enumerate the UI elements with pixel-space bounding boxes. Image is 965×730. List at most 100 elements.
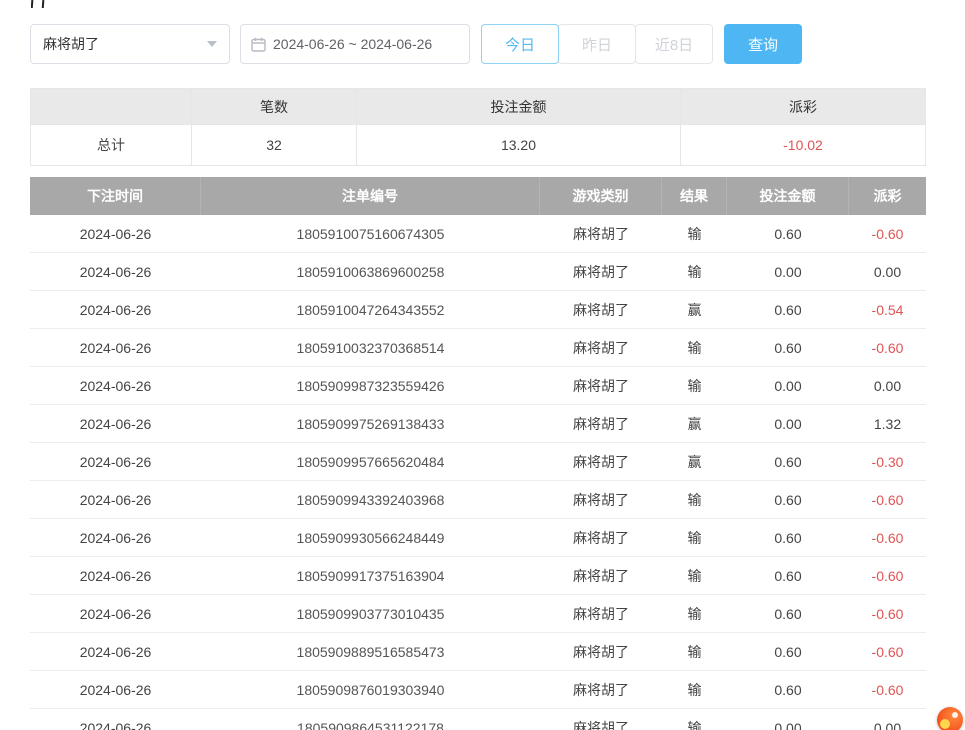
cell-game-type: 麻将胡了 — [540, 709, 662, 730]
cell-bet-amount: 0.00 — [727, 709, 849, 730]
summary-header-bet-amount: 投注金额 — [357, 89, 681, 125]
table-row: 2024-06-261805909975269138433麻将胡了赢0.001.… — [30, 405, 926, 443]
cell-payout: -0.60 — [849, 633, 926, 670]
cell-bet-amount: 0.00 — [727, 253, 849, 290]
table-row: 2024-06-261805910075160674305麻将胡了输0.60-0… — [30, 215, 926, 253]
cell-game-type: 麻将胡了 — [540, 329, 662, 366]
cell-bet-time: 2024-06-26 — [30, 253, 201, 290]
summary-count-value: 32 — [192, 125, 357, 165]
cell-bet-time: 2024-06-26 — [30, 443, 201, 480]
cell-bet-amount: 0.60 — [727, 633, 849, 670]
cell-bet-time: 2024-06-26 — [30, 405, 201, 442]
summary-total-row: 总计 32 13.20 -10.02 — [31, 125, 925, 165]
cell-game-type: 麻将胡了 — [540, 595, 662, 632]
table-row: 2024-06-261805909903773010435麻将胡了输0.60-0… — [30, 595, 926, 633]
clipped-content-fragment — [31, 0, 71, 8]
cell-game-type: 麻将胡了 — [540, 367, 662, 404]
cell-game-type: 麻将胡了 — [540, 557, 662, 594]
cell-result: 输 — [662, 367, 727, 404]
cell-bet-time: 2024-06-26 — [30, 595, 201, 632]
cell-result: 输 — [662, 671, 727, 708]
cell-payout: -0.60 — [849, 557, 926, 594]
cell-bet-amount: 0.60 — [727, 329, 849, 366]
cell-result: 输 — [662, 253, 727, 290]
cell-order-id: 1805909987323559426 — [201, 367, 540, 404]
table-row: 2024-06-261805909943392403968麻将胡了输0.60-0… — [30, 481, 926, 519]
table-row: 2024-06-261805910063869600258麻将胡了输0.000.… — [30, 253, 926, 291]
cell-result: 输 — [662, 519, 727, 556]
cell-payout: -0.60 — [849, 671, 926, 708]
header-bet-amount: 投注金额 — [727, 177, 849, 215]
cell-bet-amount: 0.60 — [727, 595, 849, 632]
cell-bet-time: 2024-06-26 — [30, 671, 201, 708]
summary-header-empty — [31, 89, 192, 125]
cell-payout: -0.30 — [849, 443, 926, 480]
cell-bet-amount: 0.60 — [727, 215, 849, 252]
header-result: 结果 — [662, 177, 727, 215]
cell-order-id: 1805909943392403968 — [201, 481, 540, 518]
cell-order-id: 1805910063869600258 — [201, 253, 540, 290]
range-button-today[interactable]: 今日 — [481, 24, 559, 64]
summary-header-payout: 派彩 — [681, 89, 925, 125]
table-row: 2024-06-261805909864531122178麻将胡了输0.000.… — [30, 709, 926, 730]
range-button-last8days[interactable]: 近8日 — [635, 24, 713, 64]
summary-payout: -10.02 — [681, 125, 925, 165]
cell-payout: -0.60 — [849, 595, 926, 632]
cell-bet-amount: 0.60 — [727, 443, 849, 480]
cell-bet-time: 2024-06-26 — [30, 633, 201, 670]
cell-result: 赢 — [662, 291, 727, 328]
cell-bet-time: 2024-06-26 — [30, 519, 201, 556]
header-payout: 派彩 — [849, 177, 926, 215]
cell-bet-amount: 0.60 — [727, 557, 849, 594]
range-button-yesterday[interactable]: 昨日 — [558, 24, 636, 64]
cell-payout: 0.00 — [849, 367, 926, 404]
header-order-id: 注单编号 — [201, 177, 540, 215]
cell-result: 输 — [662, 709, 727, 730]
cell-bet-time: 2024-06-26 — [30, 709, 201, 730]
cell-order-id: 1805909917375163904 — [201, 557, 540, 594]
date-range-input[interactable]: 2024-06-26 ~ 2024-06-26 — [240, 24, 470, 64]
cell-game-type: 麻将胡了 — [540, 291, 662, 328]
chevron-down-icon — [207, 41, 217, 47]
cell-bet-time: 2024-06-26 — [30, 291, 201, 328]
cell-order-id: 1805910047264343552 — [201, 291, 540, 328]
header-game-type: 游戏类别 — [540, 177, 662, 215]
bet-table-body: 2024-06-261805910075160674305麻将胡了输0.60-0… — [30, 215, 926, 730]
cell-result: 输 — [662, 557, 727, 594]
cell-bet-time: 2024-06-26 — [30, 215, 201, 252]
cell-bet-amount: 0.60 — [727, 481, 849, 518]
cell-result: 赢 — [662, 405, 727, 442]
cell-order-id: 1805909975269138433 — [201, 405, 540, 442]
cell-order-id: 1805909903773010435 — [201, 595, 540, 632]
cell-order-id: 1805909876019303940 — [201, 671, 540, 708]
table-row: 2024-06-261805909889516585473麻将胡了输0.60-0… — [30, 633, 926, 671]
cell-result: 输 — [662, 633, 727, 670]
table-row: 2024-06-261805909957665620484麻将胡了赢0.60-0… — [30, 443, 926, 481]
bet-table-header: 下注时间 注单编号 游戏类别 结果 投注金额 派彩 — [30, 177, 926, 215]
header-bet-time: 下注时间 — [30, 177, 201, 215]
cell-bet-time: 2024-06-26 — [30, 329, 201, 366]
cell-bet-amount: 0.00 — [727, 405, 849, 442]
customer-service-icon[interactable] — [937, 707, 963, 730]
cell-payout: -0.60 — [849, 519, 926, 556]
table-row: 2024-06-261805910047264343552麻将胡了赢0.60-0… — [30, 291, 926, 329]
cell-order-id: 1805910032370368514 — [201, 329, 540, 366]
game-select[interactable]: 麻将胡了 — [30, 24, 230, 64]
table-row: 2024-06-261805909987323559426麻将胡了输0.000.… — [30, 367, 926, 405]
summary-bet-amount-value: 13.20 — [357, 125, 681, 165]
cell-game-type: 麻将胡了 — [540, 215, 662, 252]
cell-game-type: 麻将胡了 — [540, 481, 662, 518]
cell-game-type: 麻将胡了 — [540, 443, 662, 480]
date-range-value: 2024-06-26 ~ 2024-06-26 — [273, 36, 432, 52]
cell-order-id: 1805909864531122178 — [201, 709, 540, 730]
cell-payout: -0.54 — [849, 291, 926, 328]
table-row: 2024-06-261805909917375163904麻将胡了输0.60-0… — [30, 557, 926, 595]
cell-bet-amount: 0.60 — [727, 519, 849, 556]
query-button[interactable]: 查询 — [724, 24, 802, 64]
summary-table: 笔数 投注金额 派彩 总计 32 13.20 -10.02 — [30, 88, 926, 166]
cell-payout: 0.00 — [849, 709, 926, 730]
cell-result: 赢 — [662, 443, 727, 480]
cell-order-id: 1805909930566248449 — [201, 519, 540, 556]
cell-game-type: 麻将胡了 — [540, 519, 662, 556]
cell-game-type: 麻将胡了 — [540, 253, 662, 290]
